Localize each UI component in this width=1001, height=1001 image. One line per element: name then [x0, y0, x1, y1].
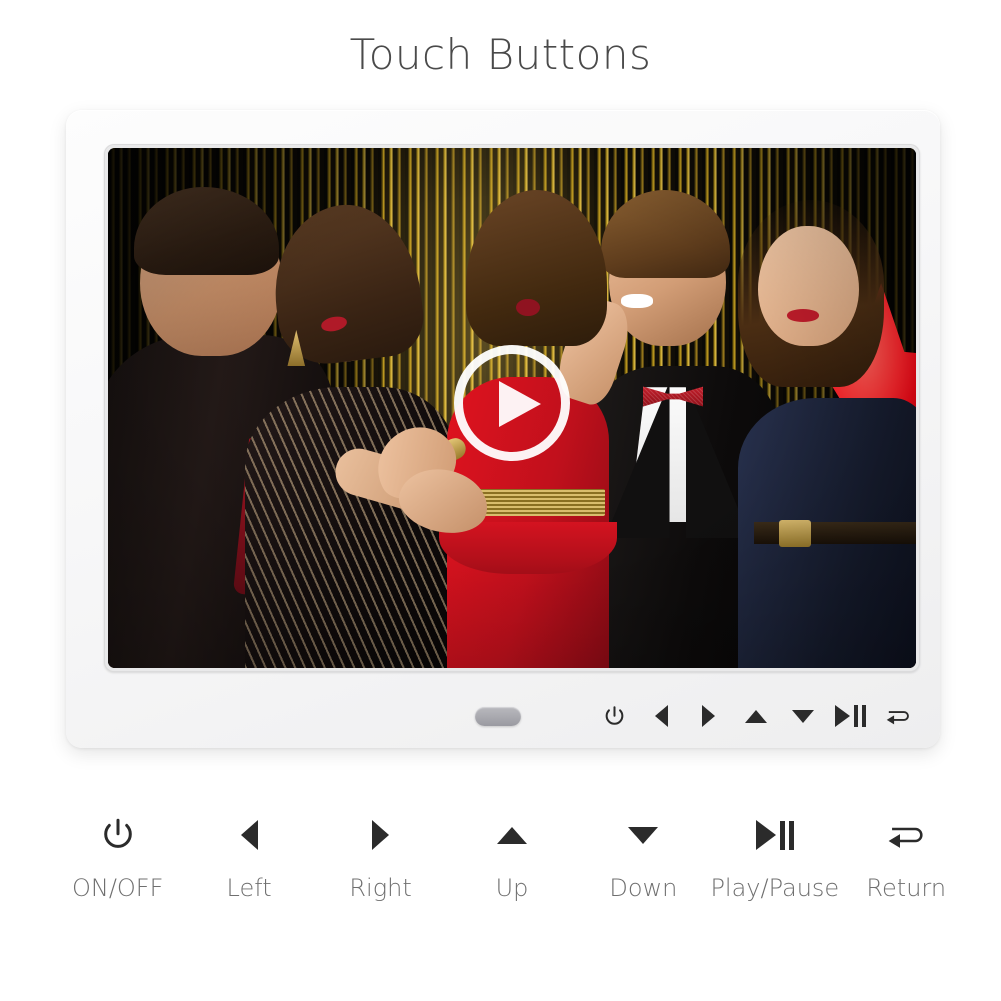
legend-icon-wrap-play-pause: [755, 812, 794, 858]
photo-screen[interactable]: [108, 148, 916, 668]
return-icon: [886, 711, 909, 725]
ir-sensor: [475, 707, 521, 726]
frame-button-down[interactable]: [785, 699, 821, 733]
triangle-left-icon: [654, 705, 668, 727]
triangle-up-icon: [744, 709, 767, 723]
legend-label-play-pause: Play/Pause: [710, 874, 840, 902]
triangle-down-icon: [792, 709, 815, 723]
legend-label-left: Left: [226, 874, 272, 902]
legend-icon-wrap-left: [240, 812, 258, 858]
frame-button-play-pause[interactable]: [833, 699, 869, 733]
triangle-left-icon: [240, 820, 258, 850]
frame-button-return[interactable]: [880, 699, 916, 733]
legend-label-return: Return: [866, 874, 947, 902]
frame-button-left[interactable]: [643, 699, 679, 733]
legend-item-right[interactable]: Right: [315, 812, 446, 902]
frame-touch-button-row: [596, 698, 916, 734]
return-icon: [888, 827, 923, 848]
frame-button-on-off[interactable]: [596, 699, 632, 733]
triangle-up-icon: [496, 826, 527, 844]
legend-label-up: Up: [495, 874, 529, 902]
play-button-overlay[interactable]: [454, 345, 570, 461]
legend-item-play-pause[interactable]: Play/Pause: [709, 812, 840, 902]
triangle-down-icon: [628, 826, 659, 844]
legend-item-down[interactable]: Down: [578, 812, 709, 902]
legend-item-on-off[interactable]: ON/OFF: [52, 812, 183, 902]
legend-item-return[interactable]: Return: [841, 812, 972, 902]
legend-label-right: Right: [349, 874, 412, 902]
legend-icon-wrap-on-off: [100, 812, 136, 858]
legend-icon-wrap-return: [886, 812, 926, 858]
legend-item-left[interactable]: Left: [183, 812, 314, 902]
power-icon: [605, 705, 623, 725]
play-pause-icon: [835, 705, 867, 727]
legend-icon-wrap-down: [628, 812, 659, 858]
legend-label-on-off: ON/OFF: [71, 874, 164, 902]
triangle-right-icon: [702, 705, 716, 727]
power-icon: [103, 818, 132, 848]
legend-icon-wrap-up: [496, 812, 527, 858]
play-pause-icon: [755, 820, 794, 850]
legend-item-up[interactable]: Up: [446, 812, 577, 902]
triangle-right-icon: [372, 820, 390, 850]
frame-button-right[interactable]: [691, 699, 727, 733]
page-title: Touch Buttons: [349, 30, 652, 79]
legend-label-down: Down: [609, 874, 678, 902]
button-legend: ON/OFF Left Right Up Down Play/Pause Ret…: [52, 812, 972, 902]
legend-icon-wrap-right: [372, 812, 390, 858]
frame-button-up[interactable]: [738, 699, 774, 733]
screen-bezel: [104, 144, 920, 672]
digital-photo-frame: [66, 110, 940, 748]
